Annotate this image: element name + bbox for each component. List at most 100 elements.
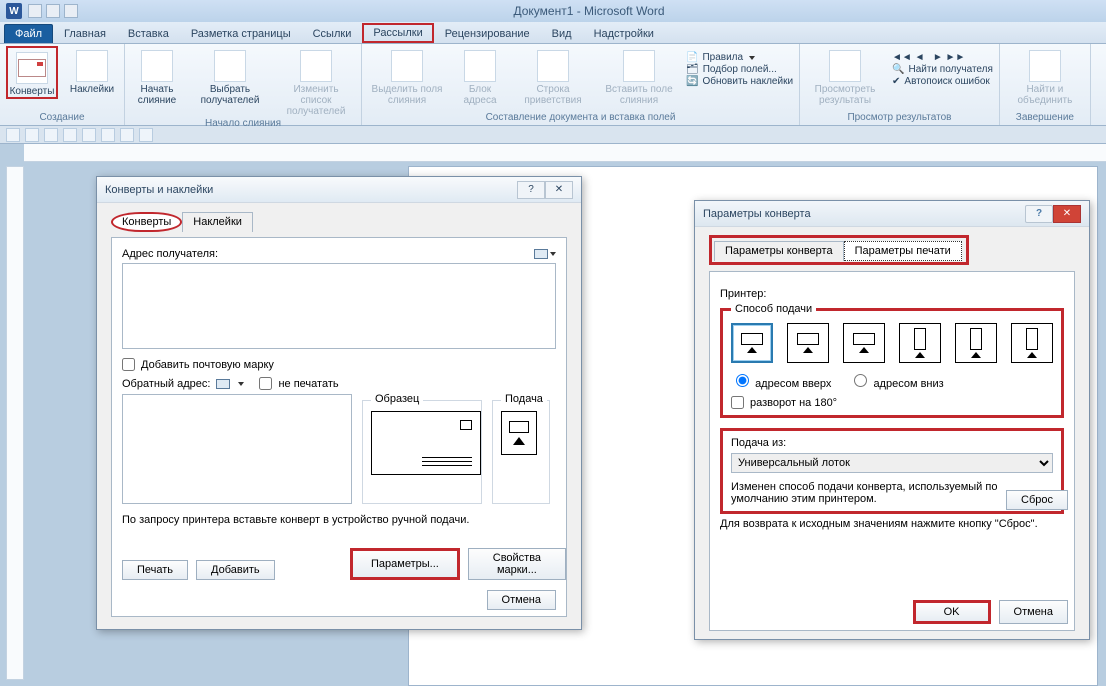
dialog2-tab-print[interactable]: Параметры печати xyxy=(844,241,962,261)
feed-option-2[interactable] xyxy=(787,323,829,363)
rotate-checkbox[interactable] xyxy=(731,396,744,409)
match-fields-button[interactable]: 🗂Подбор полей... xyxy=(686,64,793,75)
tab-home[interactable]: Главная xyxy=(53,24,117,43)
tab-review[interactable]: Рецензирование xyxy=(434,24,541,43)
rules-icon: 📄 xyxy=(686,52,698,63)
start-merge-button[interactable]: Начать слияние xyxy=(131,46,183,106)
feed-option-1[interactable] xyxy=(731,323,773,363)
dialog2-help-button[interactable]: ? xyxy=(1025,205,1053,223)
add-to-doc-button[interactable]: Добавить xyxy=(196,560,275,580)
dialog1-tab-labels[interactable]: Наклейки xyxy=(182,212,253,232)
chevron-down-icon xyxy=(238,382,244,386)
add-postage-label: Добавить почтовую марку xyxy=(141,359,274,371)
dialog1-close-button[interactable]: ✕ xyxy=(545,181,573,199)
qat-save-icon[interactable] xyxy=(28,4,42,18)
envelopes-button[interactable]: Конверты xyxy=(6,46,58,99)
title-bar: W Документ1 - Microsoft Word xyxy=(0,0,1106,22)
recipient-address-label: Адрес получателя: xyxy=(122,248,218,260)
print-button[interactable]: Печать xyxy=(122,560,188,580)
tab-mailings[interactable]: Рассылки xyxy=(362,23,433,43)
feed-option-3[interactable] xyxy=(843,323,885,363)
face-down-radio[interactable]: адресом вниз xyxy=(849,371,943,390)
face-up-radio[interactable]: адресом вверх xyxy=(731,371,831,390)
dialog1-cancel-button[interactable]: Отмена xyxy=(487,590,556,610)
feed-option-4[interactable] xyxy=(899,323,941,363)
recipient-address-input[interactable] xyxy=(122,263,556,349)
qat2-icon[interactable] xyxy=(44,128,58,142)
no-print-checkbox[interactable] xyxy=(259,377,272,390)
dialog1-title: Конверты и наклейки xyxy=(105,184,213,196)
preview-icon xyxy=(829,50,861,82)
update-labels-button[interactable]: 🔄Обновить наклейки xyxy=(686,76,793,87)
qat2-icon[interactable] xyxy=(63,128,77,142)
insert-field-icon xyxy=(623,50,655,82)
address-block-button[interactable]: Блок адреса xyxy=(454,46,506,106)
select-recipients-button[interactable]: Выбрать получателей xyxy=(191,46,269,106)
finish-icon xyxy=(1029,50,1061,82)
options-button[interactable]: Параметры... xyxy=(350,548,460,580)
envelope-options-dialog: Параметры конверта ? ✕ Параметры конверт… xyxy=(694,200,1090,640)
horizontal-ruler xyxy=(24,144,1106,162)
qat-redo-icon[interactable] xyxy=(64,4,78,18)
insert-field-button[interactable]: Вставить поле слияния xyxy=(600,46,678,106)
dialog2-titlebar: Параметры конверта ? ✕ xyxy=(695,201,1089,227)
group-preview-label: Просмотр результатов xyxy=(806,111,993,123)
tab-view[interactable]: Вид xyxy=(541,24,583,43)
feed-preview-icon xyxy=(501,411,537,455)
match-fields-icon: 🗂 xyxy=(686,64,699,75)
feed-method-legend: Способ подачи xyxy=(731,303,816,315)
find-icon: 🔍 xyxy=(892,64,904,75)
dialog2-cancel-button[interactable]: Отмена xyxy=(999,600,1068,624)
add-postage-checkbox[interactable] xyxy=(122,358,135,371)
check-icon: ✔ xyxy=(892,76,900,87)
reset-button[interactable]: Сброс xyxy=(1006,490,1068,510)
labels-button[interactable]: Наклейки xyxy=(66,46,118,95)
vertical-ruler xyxy=(6,166,24,680)
tab-file[interactable]: Файл xyxy=(4,24,53,43)
preview-results-button[interactable]: Просмотреть результаты xyxy=(806,46,884,106)
qat2-icon[interactable] xyxy=(6,128,20,142)
sample-legend: Образец xyxy=(371,393,423,405)
address-book-icon[interactable] xyxy=(216,379,230,389)
qat2-icon[interactable] xyxy=(120,128,134,142)
feed-instruction: По запросу принтера вставьте конверт в у… xyxy=(122,514,556,526)
envelopes-labels-dialog: Конверты и наклейки ? ✕ Конверты Наклейк… xyxy=(96,176,582,630)
tab-references[interactable]: Ссылки xyxy=(302,24,363,43)
qat2-icon[interactable] xyxy=(101,128,115,142)
chevron-down-icon xyxy=(749,56,755,60)
quick-access-toolbar xyxy=(28,4,78,18)
feed-from-select[interactable]: Универсальный лоток xyxy=(731,453,1053,473)
return-address-input[interactable] xyxy=(122,394,352,504)
find-recipient-button[interactable]: 🔍Найти получателя xyxy=(892,64,993,75)
dialog1-help-button[interactable]: ? xyxy=(517,181,545,199)
group-startmerge-label: Начало слияния xyxy=(131,117,355,129)
dialog2-tab-envelope[interactable]: Параметры конверта xyxy=(714,241,844,261)
highlight-fields-button[interactable]: Выделить поля слияния xyxy=(368,46,446,106)
dialog1-tab-envelopes[interactable]: Конверты xyxy=(111,212,182,232)
finish-merge-button[interactable]: Найти и объединить xyxy=(1006,46,1084,106)
tab-insert[interactable]: Вставка xyxy=(117,24,180,43)
tab-layout[interactable]: Разметка страницы xyxy=(180,24,302,43)
dialog2-title: Параметры конверта xyxy=(703,208,811,220)
record-nav[interactable]: ◄◄ ◄ ► ►► xyxy=(892,52,993,63)
qat-undo-icon[interactable] xyxy=(46,4,60,18)
printer-label: Принтер: xyxy=(720,288,766,300)
qat2-icon[interactable] xyxy=(139,128,153,142)
return-address-label: Обратный адрес: xyxy=(122,378,210,390)
greeting-line-button[interactable]: Строка приветствия xyxy=(514,46,592,106)
dialog2-close-button[interactable]: ✕ xyxy=(1053,205,1081,223)
stamp-properties-button[interactable]: Свойства марки... xyxy=(468,548,566,580)
check-errors-button[interactable]: ✔Автопоиск ошибок xyxy=(892,76,993,87)
ok-button[interactable]: OK xyxy=(913,600,991,624)
address-book-icon[interactable] xyxy=(534,249,548,259)
tab-addins[interactable]: Надстройки xyxy=(583,24,665,43)
ribbon-tabs: Файл Главная Вставка Разметка страницы С… xyxy=(0,22,1106,44)
feed-option-5[interactable] xyxy=(955,323,997,363)
edit-recipients-button[interactable]: Изменить список получателей xyxy=(277,46,355,117)
update-labels-icon: 🔄 xyxy=(686,76,698,87)
rules-button[interactable]: 📄Правила xyxy=(686,52,793,63)
feed-option-6[interactable] xyxy=(1011,323,1053,363)
greeting-line-icon xyxy=(537,50,569,82)
qat2-icon[interactable] xyxy=(82,128,96,142)
qat2-icon[interactable] xyxy=(25,128,39,142)
